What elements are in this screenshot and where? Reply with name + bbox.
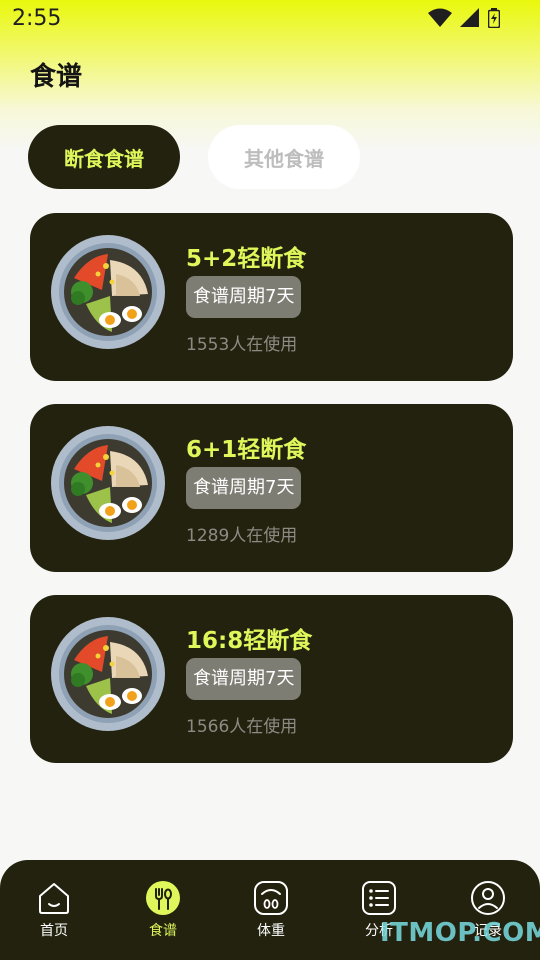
profile-icon bbox=[471, 881, 505, 915]
wifi-icon bbox=[428, 8, 452, 27]
nav-item-weight[interactable]: 体重 bbox=[231, 880, 311, 940]
list-icon bbox=[362, 881, 396, 915]
nav-item-recipes[interactable]: 食谱 bbox=[123, 880, 203, 940]
utensils-icon bbox=[146, 881, 180, 915]
recipe-card[interactable]: 16:8轻断食 食谱周期7天 1566人在使用 bbox=[30, 595, 513, 763]
recipe-title: 6+1轻断食 bbox=[186, 437, 307, 463]
nav-label-recipes: 食谱 bbox=[149, 923, 177, 939]
nav-label-home: 首页 bbox=[40, 923, 68, 939]
recipe-card[interactable]: 5+2轻断食 食谱周期7天 1553人在使用 bbox=[30, 213, 513, 381]
status-time: 2:55 bbox=[12, 6, 62, 31]
nav-label-weight: 体重 bbox=[257, 923, 285, 939]
recipe-cycle-badge: 食谱周期7天 bbox=[186, 276, 302, 318]
salad-plate-image bbox=[51, 235, 165, 349]
recipe-tabs: 断食食谱 其他食谱 bbox=[28, 125, 360, 189]
watermark: ITMOP.COM bbox=[380, 918, 540, 948]
recipe-cycle-badge: 食谱周期7天 bbox=[186, 658, 302, 700]
recipe-title: 5+2轻断食 bbox=[186, 246, 307, 272]
recipe-card[interactable]: 6+1轻断食 食谱周期7天 1289人在使用 bbox=[30, 404, 513, 572]
home-icon bbox=[39, 883, 69, 914]
salad-plate-image bbox=[51, 426, 165, 540]
recipe-user-count: 1566人在使用 bbox=[186, 717, 298, 737]
status-icons bbox=[428, 8, 500, 28]
scale-icon bbox=[254, 881, 288, 915]
recipe-cycle-badge: 食谱周期7天 bbox=[186, 467, 302, 509]
recipe-title: 16:8轻断食 bbox=[186, 628, 313, 654]
recipe-user-count: 1553人在使用 bbox=[186, 335, 298, 355]
tab-fasting-recipes[interactable]: 断食食谱 bbox=[28, 125, 180, 189]
page-title: 食谱 bbox=[30, 62, 83, 92]
nav-item-home[interactable]: 首页 bbox=[14, 880, 94, 940]
recipe-list: 5+2轻断食 食谱周期7天 1553人在使用 6+1轻断食 食谱周期7天 128… bbox=[30, 213, 513, 786]
salad-plate-image bbox=[51, 617, 165, 731]
status-bar: 2:55 bbox=[0, 0, 540, 38]
recipe-user-count: 1289人在使用 bbox=[186, 526, 298, 546]
tab-other-recipes[interactable]: 其他食谱 bbox=[208, 125, 360, 189]
battery-icon bbox=[488, 8, 500, 28]
signal-icon bbox=[460, 8, 479, 27]
